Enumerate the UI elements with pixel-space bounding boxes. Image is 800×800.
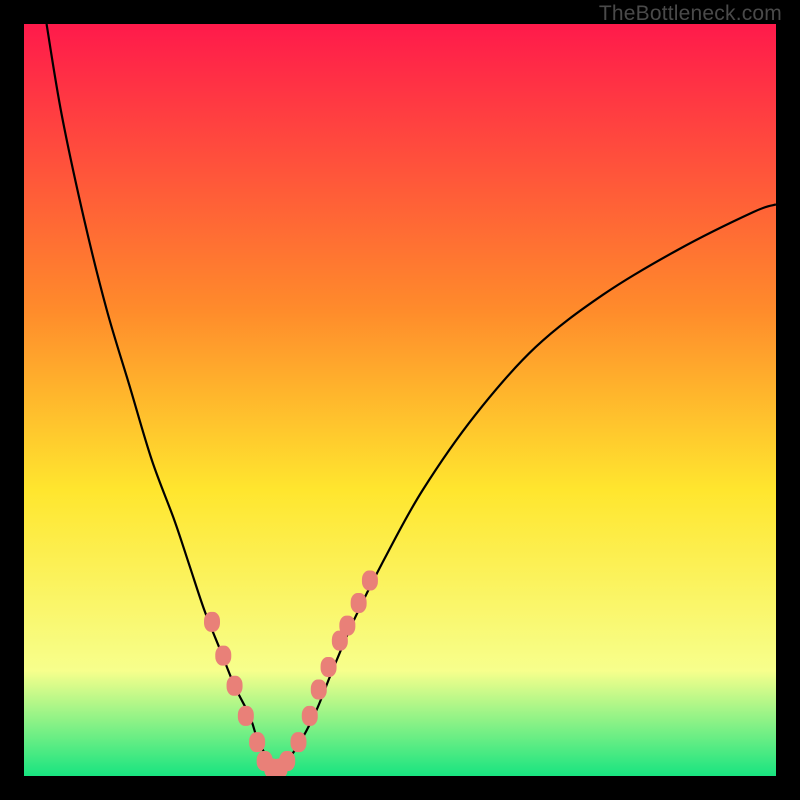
data-marker — [351, 593, 367, 613]
data-marker — [238, 706, 254, 726]
data-marker — [290, 732, 306, 752]
gradient-background — [24, 24, 776, 776]
data-marker — [302, 706, 318, 726]
data-marker — [279, 751, 295, 771]
data-marker — [321, 657, 337, 677]
data-marker — [362, 570, 378, 590]
chart-frame — [24, 24, 776, 776]
data-marker — [215, 646, 231, 666]
data-marker — [204, 612, 220, 632]
data-marker — [227, 676, 243, 696]
data-marker — [249, 732, 265, 752]
watermark-text: TheBottleneck.com — [599, 2, 782, 26]
data-marker — [311, 680, 327, 700]
data-marker — [339, 616, 355, 636]
bottleneck-chart — [24, 24, 776, 776]
